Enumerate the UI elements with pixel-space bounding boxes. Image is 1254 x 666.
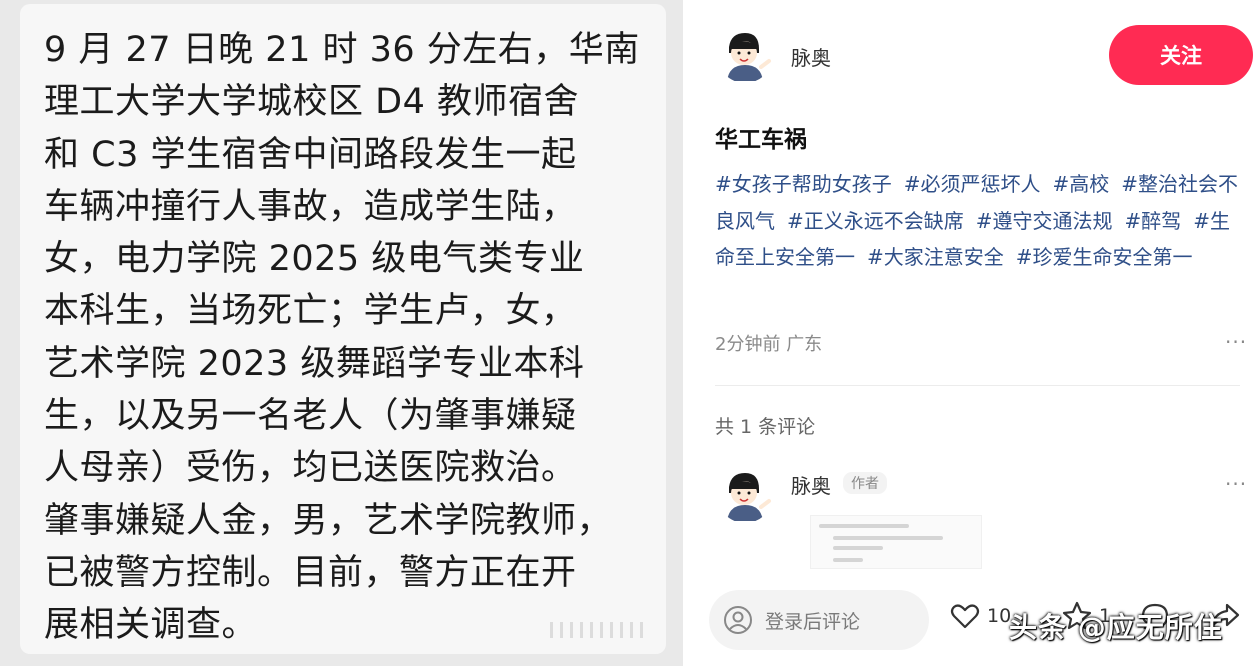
hashtag[interactable]: #大家注意安全 — [867, 245, 1004, 269]
comment-image-line — [833, 558, 863, 562]
like-count: 10 — [987, 605, 1012, 627]
comment-input[interactable]: 登录后评论 — [709, 590, 929, 650]
comment-image[interactable] — [810, 515, 982, 569]
commenter-avatar[interactable] — [717, 467, 773, 523]
hashtag[interactable]: #必须严惩坏人 — [904, 172, 1041, 196]
hashtag[interactable]: #醉驾 — [1125, 209, 1182, 233]
more-options-icon[interactable]: ··· — [1225, 330, 1247, 354]
author-avatar[interactable] — [717, 27, 773, 83]
heart-icon — [950, 604, 980, 629]
comment-more-icon[interactable]: ··· — [1225, 472, 1247, 496]
commenter-name[interactable]: 脉奥 — [791, 470, 831, 499]
post-time: 2分钟前 — [715, 334, 781, 355]
post-panel: 脉奥 关注 华工车祸 #女孩子帮助女孩子 #必须严惩坏人 #高校 #整治社会不良风气 #… — [709, 0, 1254, 666]
hashtag[interactable]: #珍爱生命安全第一 — [1016, 245, 1193, 269]
divider — [715, 385, 1240, 386]
hashtag[interactable]: #高校 — [1053, 172, 1110, 196]
author-name[interactable]: 脉奥 — [791, 42, 831, 71]
platform-watermark: 头条 @应无所住 — [1009, 611, 1223, 644]
cartoon-avatar-icon — [717, 27, 773, 83]
hashtag[interactable]: #正义永远不会缺席 — [787, 209, 964, 233]
comment-image-line — [833, 546, 883, 550]
article-image: 9 月 27 日晚 21 时 36 分左右，华南 理工大学大学城校区 D4 教师… — [0, 0, 683, 666]
column-gap — [683, 0, 709, 666]
author-badge: 作者 — [843, 472, 887, 494]
post-meta: 2分钟前 广东 — [715, 330, 822, 356]
article-text: 9 月 27 日晚 21 时 36 分左右，华南 理工大学大学城校区 D4 教师… — [44, 30, 640, 646]
hashtag[interactable]: #遵守交通法规 — [976, 209, 1113, 233]
post-location: 广东 — [786, 334, 823, 355]
article-card: 9 月 27 日晚 21 时 36 分左右，华南 理工大学大学城校区 D4 教师… — [20, 4, 666, 654]
article-watermark-lines — [550, 622, 643, 638]
cartoon-avatar-icon — [717, 467, 773, 523]
comment-image-line — [819, 524, 909, 528]
comment-image-line — [833, 536, 943, 540]
hashtag[interactable]: #女孩子帮助女孩子 — [715, 172, 892, 196]
hashtag-list: #女孩子帮助女孩子 #必须严惩坏人 #高校 #整治社会不良风气 #正义永远不会缺席 #遵守… — [715, 166, 1250, 276]
user-icon — [724, 606, 752, 634]
post-title: 华工车祸 — [715, 127, 807, 153]
like-button[interactable]: 10 — [949, 600, 1011, 632]
comment-count: 共 1 条评论 — [715, 416, 816, 438]
comment-input-placeholder: 登录后评论 — [765, 610, 861, 633]
follow-button[interactable]: 关注 — [1109, 25, 1253, 85]
